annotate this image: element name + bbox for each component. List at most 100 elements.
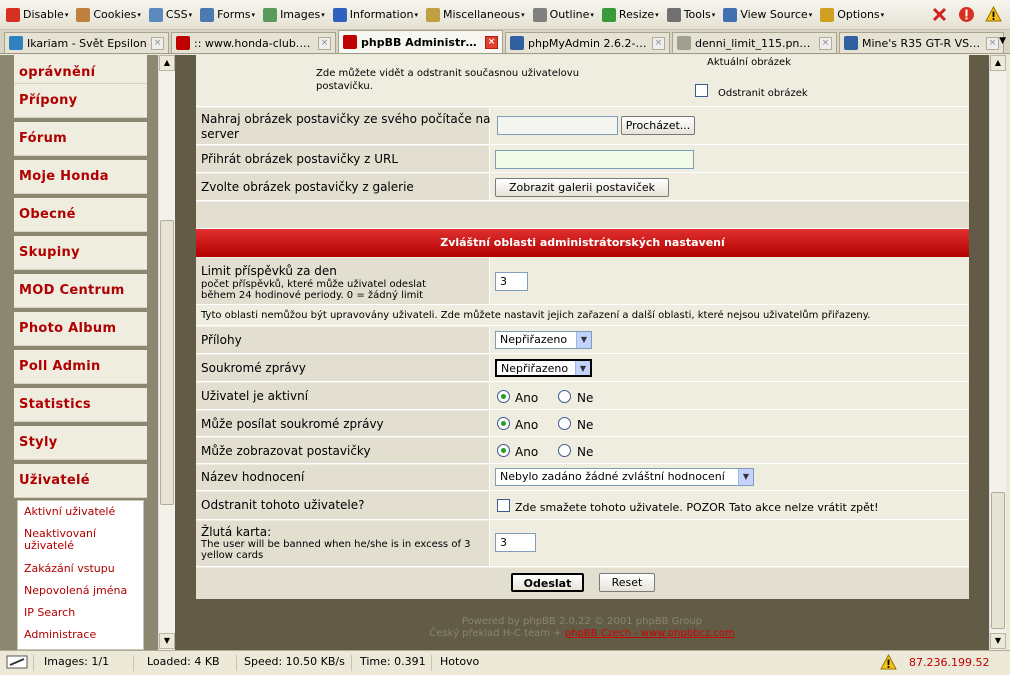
toolbar-menu-information[interactable]: Information ▾ <box>332 7 418 22</box>
browse-button[interactable]: Procházet... <box>621 116 695 135</box>
toolbar-menu-forms[interactable]: Forms ▾ <box>200 7 255 22</box>
sidebar-item-mod-centrum[interactable]: MOD Centrum <box>14 274 147 308</box>
admin-sidebar: Uživatelé Styly Statistics Poll Admin Photo … <box>0 55 158 650</box>
pm-value: Nepřiřazeno <box>501 362 569 375</box>
submenu-item[interactable]: Aktivní uživatelé <box>24 506 115 518</box>
can-pm-no-radio[interactable] <box>558 417 571 430</box>
submenu-item[interactable]: Zakázání vstupu <box>24 563 115 575</box>
attachments-select[interactable]: Nepřiřazeno ▼ <box>495 331 592 349</box>
favicon-icon <box>9 36 23 50</box>
browser-tab[interactable]: phpMyAdmin 2.6.2-D... × <box>505 32 670 53</box>
browser-tab[interactable]: denni_limit_115.png ... × <box>672 32 837 53</box>
pm-select[interactable]: Nepřiřazeno ▼ <box>495 359 592 377</box>
toolbar-menu-css[interactable]: CSS ▾ <box>148 7 192 22</box>
toolbar-label: Cookies <box>93 8 137 21</box>
browser-tab[interactable]: Ikariam - Svět Epsilon × <box>4 32 169 53</box>
toolbar-menu-outline[interactable]: Outline ▾ <box>532 7 594 22</box>
sidebar-scrollbar[interactable]: ▲ ▼ <box>158 55 175 650</box>
post-limit-input[interactable]: 3 <box>495 272 528 291</box>
sidebar-item-statistics[interactable]: Statistics <box>14 388 147 422</box>
status-time: Time: 0.391 <box>354 655 432 671</box>
gallery-label: Zvolte obrázek postavičky z galerie <box>201 180 414 194</box>
upload-file-input[interactable] <box>497 116 618 135</box>
submenu-item[interactable]: Nepovolená jména <box>24 585 127 597</box>
pm-row: Soukromé zprávy Nepřiřazeno ▼ <box>196 355 969 382</box>
tab-label: phpMyAdmin 2.6.2-D... <box>528 36 649 50</box>
tab-close-icon[interactable]: × <box>652 36 665 50</box>
sidebar-item-uživatelé[interactable]: Uživatelé <box>14 464 147 498</box>
yellow-card-input[interactable]: 3 <box>495 533 536 552</box>
toolbar-menu-miscellaneous[interactable]: Miscellaneous ▾ <box>425 7 525 22</box>
scroll-thumb[interactable] <box>991 492 1005 629</box>
translation-credit: Český překlad H-C team + phpBB Czech - w… <box>175 628 989 639</box>
scroll-down-icon[interactable]: ▼ <box>159 633 175 649</box>
toolbar-label: Outline <box>549 8 590 21</box>
tab-close-icon[interactable]: × <box>485 35 498 49</box>
information-icon <box>332 7 347 22</box>
toolbar-menu-view-source[interactable]: View Source ▾ <box>723 7 812 22</box>
sidebar-item-moje-honda[interactable]: Moje Honda <box>14 160 147 194</box>
sidebar-item-obecné[interactable]: Obecné <box>14 198 147 232</box>
tab-close-icon[interactable]: × <box>318 36 331 50</box>
scroll-down-icon[interactable]: ▼ <box>990 633 1006 649</box>
active-yes-radio[interactable] <box>497 390 510 403</box>
submit-button[interactable]: Odeslat <box>511 573 584 592</box>
toolbar-menu-resize[interactable]: Resize ▾ <box>601 7 659 22</box>
browser-tab[interactable]: phpBB Administra... × <box>338 30 503 53</box>
sidebar-item-přípony[interactable]: Přípony <box>14 84 147 118</box>
submenu-item[interactable]: Neaktivovaní uživatelé <box>24 528 114 552</box>
delete-row: Odstranit tohoto uživatele? Zde smažete … <box>196 492 969 520</box>
browser-tab[interactable]: :: www.honda-club.c... × <box>171 32 336 53</box>
view-source-icon <box>723 7 738 22</box>
post-limit-desc: počet příspěvků, které může uživatel ode… <box>201 279 427 301</box>
close-icon[interactable] <box>931 6 948 23</box>
translation-link[interactable]: phpBB Czech - www.phpbbcz.com <box>565 628 735 639</box>
rank-row: Název hodnocení Nebylo zadáno žádné zvlá… <box>196 465 969 491</box>
scroll-thumb[interactable] <box>160 220 174 505</box>
tab-close-icon[interactable]: × <box>986 36 999 50</box>
can-avatar-yes-radio[interactable] <box>497 444 510 457</box>
submenu-item[interactable]: IP Search <box>24 607 75 619</box>
can-pm-yes-radio[interactable] <box>497 417 510 430</box>
status-images: Images: 1/1 <box>38 655 134 671</box>
attachments-value: Nepřiřazeno <box>500 333 568 346</box>
toolbar-menu-tools[interactable]: Tools ▾ <box>666 7 715 22</box>
rank-select[interactable]: Nebylo zadáno žádné zvláštní hodnocení ▼ <box>495 468 754 486</box>
delete-user-checkbox[interactable] <box>497 499 510 512</box>
tab-list-icon[interactable]: ▼ <box>999 36 1006 46</box>
tab-close-icon[interactable]: × <box>819 36 832 50</box>
error-icon[interactable] <box>958 6 975 23</box>
scroll-up-icon[interactable]: ▲ <box>990 55 1006 71</box>
reset-button[interactable]: Reset <box>599 573 655 592</box>
show-gallery-button[interactable]: Zobrazit galerii postaviček <box>495 178 669 197</box>
sidebar-item-skupiny[interactable]: Skupiny <box>14 236 147 270</box>
toolbar-label: Tools <box>683 8 711 21</box>
toolbar-status-icons <box>931 5 1002 23</box>
sidebar-item-oprávnění[interactable]: oprávnění <box>14 55 147 84</box>
sidebar-item-styly[interactable]: Styly <box>14 426 147 460</box>
sidebar-item-photo-album[interactable]: Photo Album <box>14 312 147 346</box>
avatar-url-input[interactable] <box>495 150 694 169</box>
toolbar-menu-disable[interactable]: Disable ▾ <box>6 7 68 22</box>
toolbar-menu-options[interactable]: Options ▾ <box>820 7 884 22</box>
warning-icon[interactable] <box>985 5 1002 23</box>
warning-icon[interactable] <box>880 653 897 674</box>
page-scrollbar[interactable]: ▲ ▼ <box>989 55 1006 650</box>
active-no-radio[interactable] <box>558 390 571 403</box>
sidebar-item-fórum[interactable]: Fórum <box>14 122 147 156</box>
tab-close-icon[interactable]: × <box>151 36 164 50</box>
browser-tab[interactable]: Mine's R35 GT-R VS S... × <box>839 32 1004 53</box>
current-avatar-label: Aktuální obrázek <box>707 57 791 68</box>
toolbar-menu-cookies[interactable]: Cookies ▾ <box>76 7 141 22</box>
status-state: Hotovo <box>440 655 480 668</box>
sidebar-item-poll-admin[interactable]: Poll Admin <box>14 350 147 384</box>
chevron-down-icon: ▾ <box>137 10 141 19</box>
remove-avatar-checkbox[interactable] <box>695 84 708 97</box>
yellow-card-desc: The user will be banned when he/she is i… <box>201 539 471 561</box>
can-avatar-no-radio[interactable] <box>558 444 571 457</box>
scroll-up-icon[interactable]: ▲ <box>159 55 175 71</box>
submenu-item[interactable]: Administrace <box>24 629 96 641</box>
toolbar-menu-images[interactable]: Images ▾ <box>263 7 325 22</box>
status-speed: Speed: 10.50 KB/s <box>238 655 352 671</box>
tab-label: :: www.honda-club.c... <box>194 36 315 50</box>
